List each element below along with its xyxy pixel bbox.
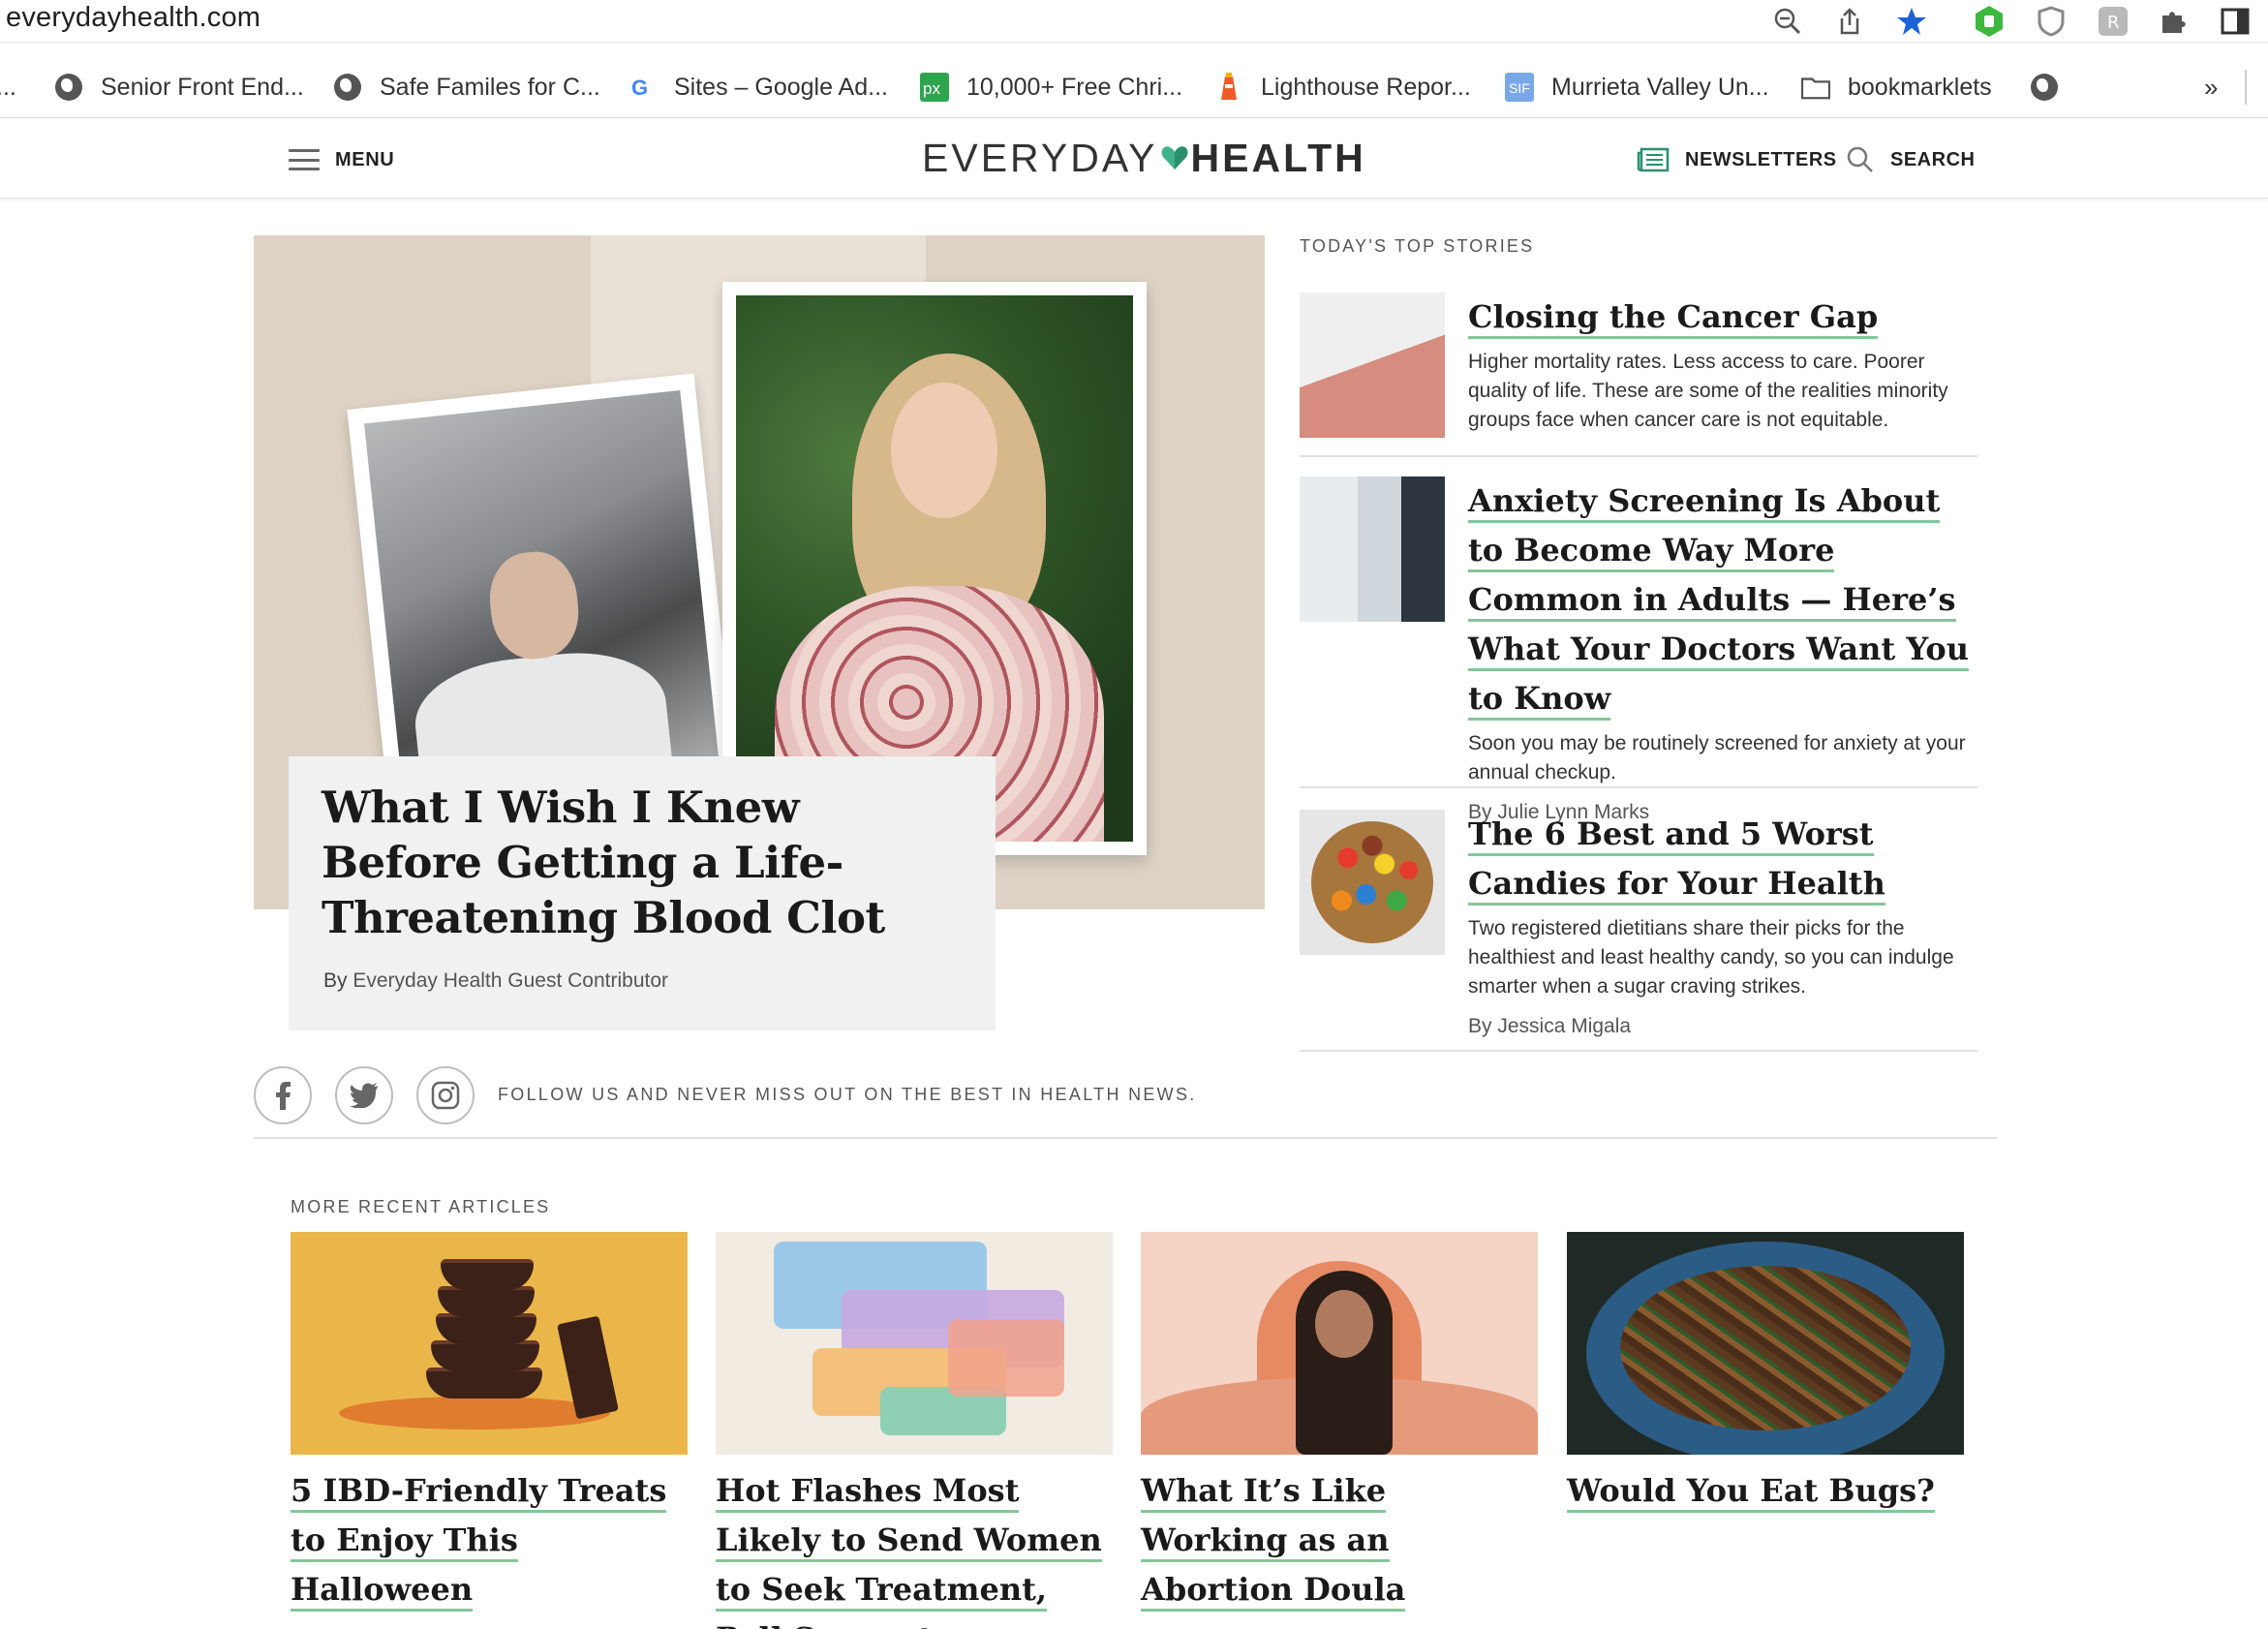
svg-text:px: px xyxy=(923,79,940,98)
url-text[interactable]: everydayhealth.com xyxy=(6,2,261,34)
top-stories-heading: TODAY'S TOP STORIES xyxy=(1300,236,1535,256)
extension-gray-icon[interactable]: R xyxy=(2096,4,2130,39)
heart-icon xyxy=(1161,146,1187,169)
bookmark-label: bookmarklets xyxy=(1848,73,1992,101)
folder-icon xyxy=(1801,73,1830,102)
article-title[interactable]: Would You Eat Bugs? xyxy=(1567,1466,1964,1516)
school-icon: SIF xyxy=(1505,73,1534,102)
speech-bubbles-image[interactable] xyxy=(716,1232,1113,1455)
zoom-icon[interactable] xyxy=(1770,4,1805,39)
bookmark-globe[interactable] xyxy=(2030,68,2076,107)
shield-icon[interactable] xyxy=(2034,4,2069,39)
bookmark-senior-front-end[interactable]: Senior Front End... xyxy=(54,68,304,107)
article-title[interactable]: Hot Flashes Most Likely to Send Women to… xyxy=(716,1466,1113,1629)
article-card[interactable]: What It’s Like Working as an Abortion Do… xyxy=(1141,1232,1538,1614)
doula-portrait-image[interactable] xyxy=(1141,1232,1538,1455)
menu-button[interactable]: MENU xyxy=(289,143,394,176)
hero-author[interactable]: Everyday Health Guest Contributor xyxy=(352,969,668,992)
facebook-icon xyxy=(276,1082,291,1110)
hero-title[interactable]: What I Wish I Knew Before Getting a Life… xyxy=(322,780,963,945)
bookmark-truncated[interactable]: ... xyxy=(0,68,16,107)
logo-part-1: EVERYDAY xyxy=(922,135,1158,180)
bookmark-safe-families[interactable]: Safe Familes for C... xyxy=(333,68,600,107)
logo-part-2: HEALTH xyxy=(1190,135,1366,180)
article-card[interactable]: 5 IBD-Friendly Treats to Enjoy This Hall… xyxy=(291,1232,688,1614)
svg-text:G: G xyxy=(631,76,648,100)
bookmark-label: Senior Front End... xyxy=(101,73,304,101)
more-recent-heading: MORE RECENT ARTICLES xyxy=(291,1197,551,1216)
share-icon[interactable] xyxy=(1832,4,1867,39)
bookmarks-bar: ... Senior Front End... Safe Familes for… xyxy=(0,64,2268,118)
bookmark-label: 10,000+ Free Chri... xyxy=(966,73,1183,101)
sidebar-icon[interactable] xyxy=(2218,4,2253,39)
article-card[interactable]: Would You Eat Bugs? xyxy=(1567,1232,1964,1516)
newsletters-button[interactable]: NEWSLETTERS xyxy=(1637,143,1837,176)
top-story-item[interactable]: The 6 Best and 5 Worst Candies for Your … xyxy=(1300,810,1977,1052)
article-card[interactable]: Hot Flashes Most Likely to Send Women to… xyxy=(716,1232,1113,1629)
menu-label: MENU xyxy=(335,148,395,170)
search-label: SEARCH xyxy=(1890,148,1976,170)
bookmark-lighthouse[interactable]: Lighthouse Repor... xyxy=(1214,68,1471,107)
bookmark-bookmarklets[interactable]: bookmarklets xyxy=(1801,68,1992,107)
story-byline: By Jessica Migala xyxy=(1468,1015,1632,1037)
cancer-gap-thumbnail[interactable] xyxy=(1300,292,1445,438)
instagram-button[interactable] xyxy=(416,1066,475,1124)
candy-bowl-thumbnail[interactable] xyxy=(1300,810,1445,955)
hero-byline: By Everyday Health Guest Contributor xyxy=(323,969,668,993)
lighthouse-icon xyxy=(1214,73,1243,102)
anxiety-screening-thumbnail[interactable] xyxy=(1300,476,1445,622)
svg-text:SIF: SIF xyxy=(1509,80,1530,96)
newsletters-label: NEWSLETTERS xyxy=(1685,148,1837,170)
story-title[interactable]: Anxiety Screening Is About to Become Way… xyxy=(1468,476,1977,723)
story-author[interactable]: Jessica Migala xyxy=(1497,1015,1631,1037)
bookmark-murrieta[interactable]: SIF Murrieta Valley Un... xyxy=(1505,68,1769,107)
peanut-butter-cups-image[interactable] xyxy=(291,1232,688,1455)
article-title[interactable]: 5 IBD-Friendly Treats to Enjoy This Hall… xyxy=(291,1466,688,1614)
top-story-item[interactable]: Anxiety Screening Is About to Become Way… xyxy=(1300,476,1977,823)
bookmark-google-sites[interactable]: G Sites – Google Ad... xyxy=(628,68,888,107)
story-description: Two registered dietitians share their pi… xyxy=(1468,917,1954,998)
bookmark-label: Murrieta Valley Un... xyxy=(1551,73,1769,101)
follow-text: FOLLOW US AND NEVER MISS OUT ON THE BEST… xyxy=(498,1085,1197,1104)
bookmark-label: Sites – Google Ad... xyxy=(674,73,888,101)
globe-icon xyxy=(333,73,362,102)
bookmark-label: Lighthouse Repor... xyxy=(1261,73,1471,101)
story-description: Soon you may be routinely screened for a… xyxy=(1468,732,1966,784)
hero-card[interactable]: What I Wish I Knew Before Getting a Life… xyxy=(289,756,996,1030)
article-title[interactable]: What It’s Like Working as an Abortion Do… xyxy=(1141,1466,1538,1614)
hamburger-icon xyxy=(289,149,320,170)
site-header: MENU EVERYDAY HEALTH NEWSLETTERS SEARCH xyxy=(0,118,2268,199)
twitter-icon xyxy=(350,1083,378,1108)
browser-address-bar[interactable]: everydayhealth.com R xyxy=(0,0,2268,43)
fried-crickets-image[interactable] xyxy=(1567,1232,1964,1455)
puzzle-icon[interactable] xyxy=(2156,4,2191,39)
google-icon: G xyxy=(628,73,657,102)
bookmarks-overflow-button[interactable]: » xyxy=(2204,68,2218,107)
bookmarks-divider xyxy=(2245,70,2247,105)
newsletter-icon xyxy=(1637,147,1670,172)
byline-prefix: By xyxy=(323,969,348,992)
search-button[interactable]: SEARCH xyxy=(1846,143,1975,176)
bookmark-label: Safe Familes for C... xyxy=(380,73,600,101)
twitter-button[interactable] xyxy=(335,1066,393,1124)
svg-text:R: R xyxy=(2107,13,2120,33)
facebook-button[interactable] xyxy=(254,1066,312,1124)
section-divider xyxy=(254,1137,1997,1139)
bookmark-free-christmas[interactable]: px 10,000+ Free Chri... xyxy=(920,68,1182,107)
instagram-icon xyxy=(431,1081,460,1110)
search-icon xyxy=(1847,146,1873,172)
bookmark-star-icon[interactable] xyxy=(1894,4,1929,39)
story-title[interactable]: Closing the Cancer Gap xyxy=(1468,292,1977,342)
pixabay-icon: px xyxy=(920,73,949,102)
extension-green-icon[interactable] xyxy=(1972,4,2007,39)
globe-icon xyxy=(54,73,83,102)
top-story-item[interactable]: Closing the Cancer Gap Higher mortality … xyxy=(1300,292,1977,457)
site-logo[interactable]: EVERYDAY HEALTH xyxy=(922,134,1366,182)
story-description: Higher mortality rates. Less access to c… xyxy=(1468,351,1948,431)
story-title[interactable]: The 6 Best and 5 Worst Candies for Your … xyxy=(1468,810,1977,908)
globe-icon xyxy=(2030,73,2059,102)
